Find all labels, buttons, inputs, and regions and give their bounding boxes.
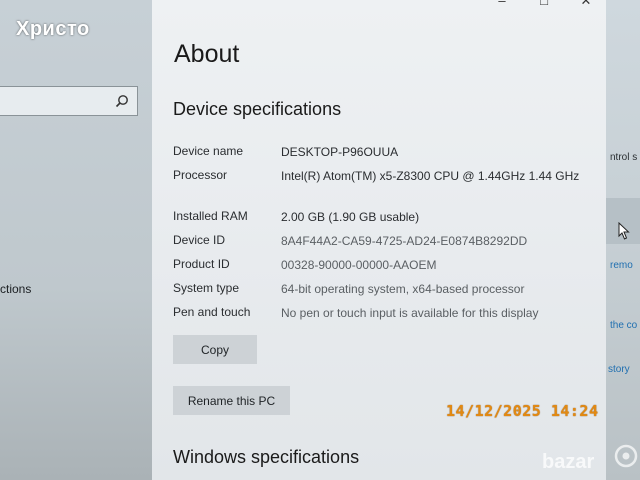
spec-value[interactable]: 64-bit operating system, x64-based proce… — [281, 281, 587, 297]
spec-label: Installed RAM — [173, 209, 248, 223]
close-icon[interactable]: ✕ — [576, 0, 596, 8]
spec-label: Device name — [173, 144, 244, 158]
spec-label: Device ID — [173, 233, 226, 247]
spec-label: Product ID — [173, 257, 230, 271]
spec-label: System type — [173, 281, 240, 295]
spec-value[interactable]: 2.00 GB (1.90 GB usable) — [281, 209, 587, 225]
watermark-text: Христо — [16, 18, 90, 40]
photo-timestamp: 14/12/2025 14:24 — [446, 402, 599, 420]
nav-item-partial[interactable]: ctions — [0, 282, 31, 296]
spec-value[interactable]: DESKTOP-P96OUUA — [281, 144, 587, 160]
spec-value[interactable]: No pen or touch input is available for t… — [281, 305, 587, 321]
copy-button[interactable]: Copy — [173, 335, 257, 364]
link-partial[interactable]: story — [608, 364, 630, 375]
rename-pc-button[interactable]: Rename this PC — [173, 386, 290, 415]
mouse-cursor-icon — [618, 222, 630, 240]
windows-specifications-heading: Windows specifications — [173, 447, 360, 467]
spec-value[interactable]: 8A4F44A2-CA59-4725-AD24-E0874B8292DD — [281, 233, 587, 249]
page-title: About — [174, 40, 240, 68]
spec-label: Processor — [173, 168, 228, 182]
search-icon — [115, 95, 128, 108]
spec-value[interactable]: 00328-90000-00000-AAOEM — [281, 257, 587, 273]
link-partial[interactable]: the co — [610, 320, 637, 331]
spec-label: Pen and touch — [173, 305, 251, 319]
svg-text:bazar: bazar — [542, 451, 594, 473]
window-controls: – □ ✕ — [492, 0, 596, 8]
link-partial[interactable]: remo — [610, 260, 633, 271]
device-specifications-heading: Device specifications — [173, 99, 342, 119]
minimize-icon[interactable]: – — [492, 0, 512, 8]
search-box[interactable] — [0, 86, 138, 116]
background-window-right: ntrol s remo the co story — [606, 0, 640, 480]
spec-value[interactable]: Intel(R) Atom(TM) x5-Z8300 CPU @ 1.44GHz… — [281, 168, 581, 184]
partial-text: ntrol s — [610, 152, 638, 163]
background-window-left: ctions — [0, 0, 152, 480]
maximize-icon[interactable]: □ — [534, 0, 554, 8]
bazar-logo-icon: bazar — [542, 444, 638, 473]
